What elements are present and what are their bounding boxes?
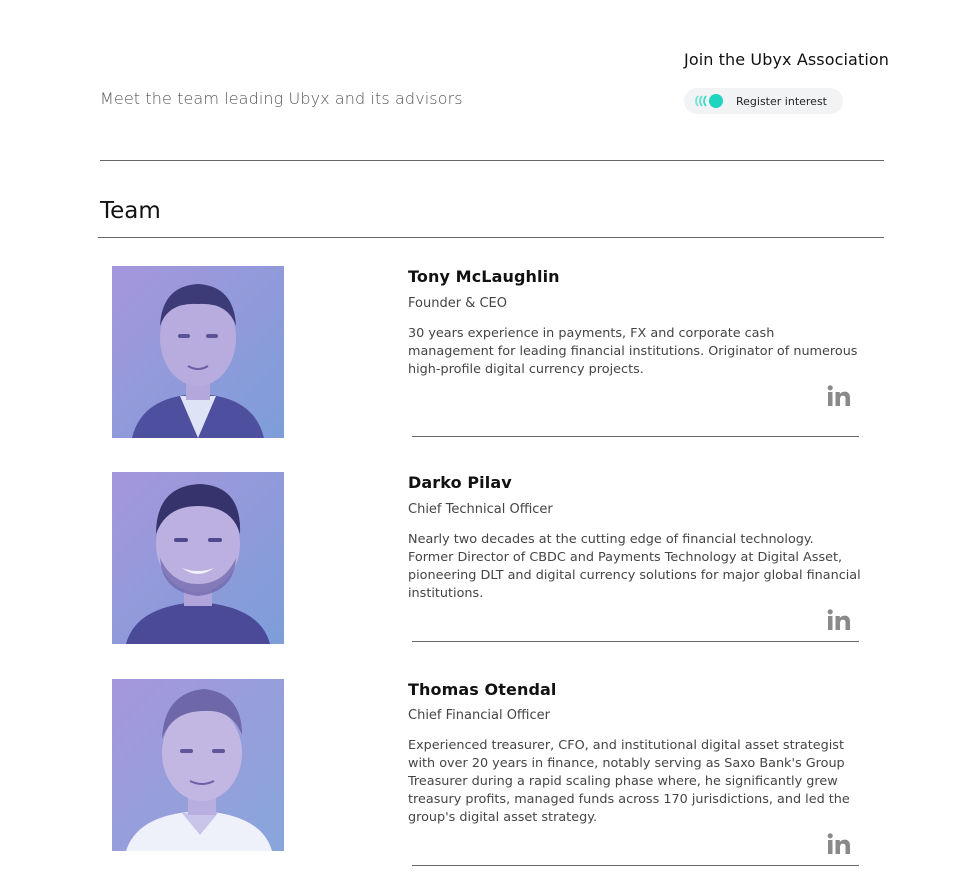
member-divider — [412, 641, 859, 642]
member-photo — [112, 679, 284, 851]
member-role: Founder & CEO — [408, 296, 507, 311]
member-divider — [412, 865, 859, 866]
member-role: Chief Technical Officer — [408, 502, 553, 517]
linkedin-icon[interactable] — [827, 609, 851, 631]
team-member-card: Thomas Otendal Chief Financial Officer E… — [0, 0, 958, 866]
member-name: Tony McLaughlin — [408, 267, 560, 286]
member-bio: 30 years experience in payments, FX and … — [408, 326, 858, 377]
linkedin-icon[interactable] — [827, 385, 851, 407]
linkedin-icon[interactable] — [827, 833, 851, 855]
member-name: Darko Pilav — [408, 473, 512, 492]
member-photo — [112, 472, 284, 644]
section-divider — [98, 237, 884, 238]
section-title: Team — [100, 198, 161, 224]
member-bio: Nearly two decades at the cutting edge o… — [408, 532, 861, 601]
member-bio: Experienced treasurer, CFO, and institut… — [408, 738, 850, 825]
member-name: Thomas Otendal — [408, 680, 557, 699]
member-photo — [112, 266, 284, 438]
member-divider — [412, 436, 859, 437]
member-role: Chief Financial Officer — [408, 708, 550, 723]
